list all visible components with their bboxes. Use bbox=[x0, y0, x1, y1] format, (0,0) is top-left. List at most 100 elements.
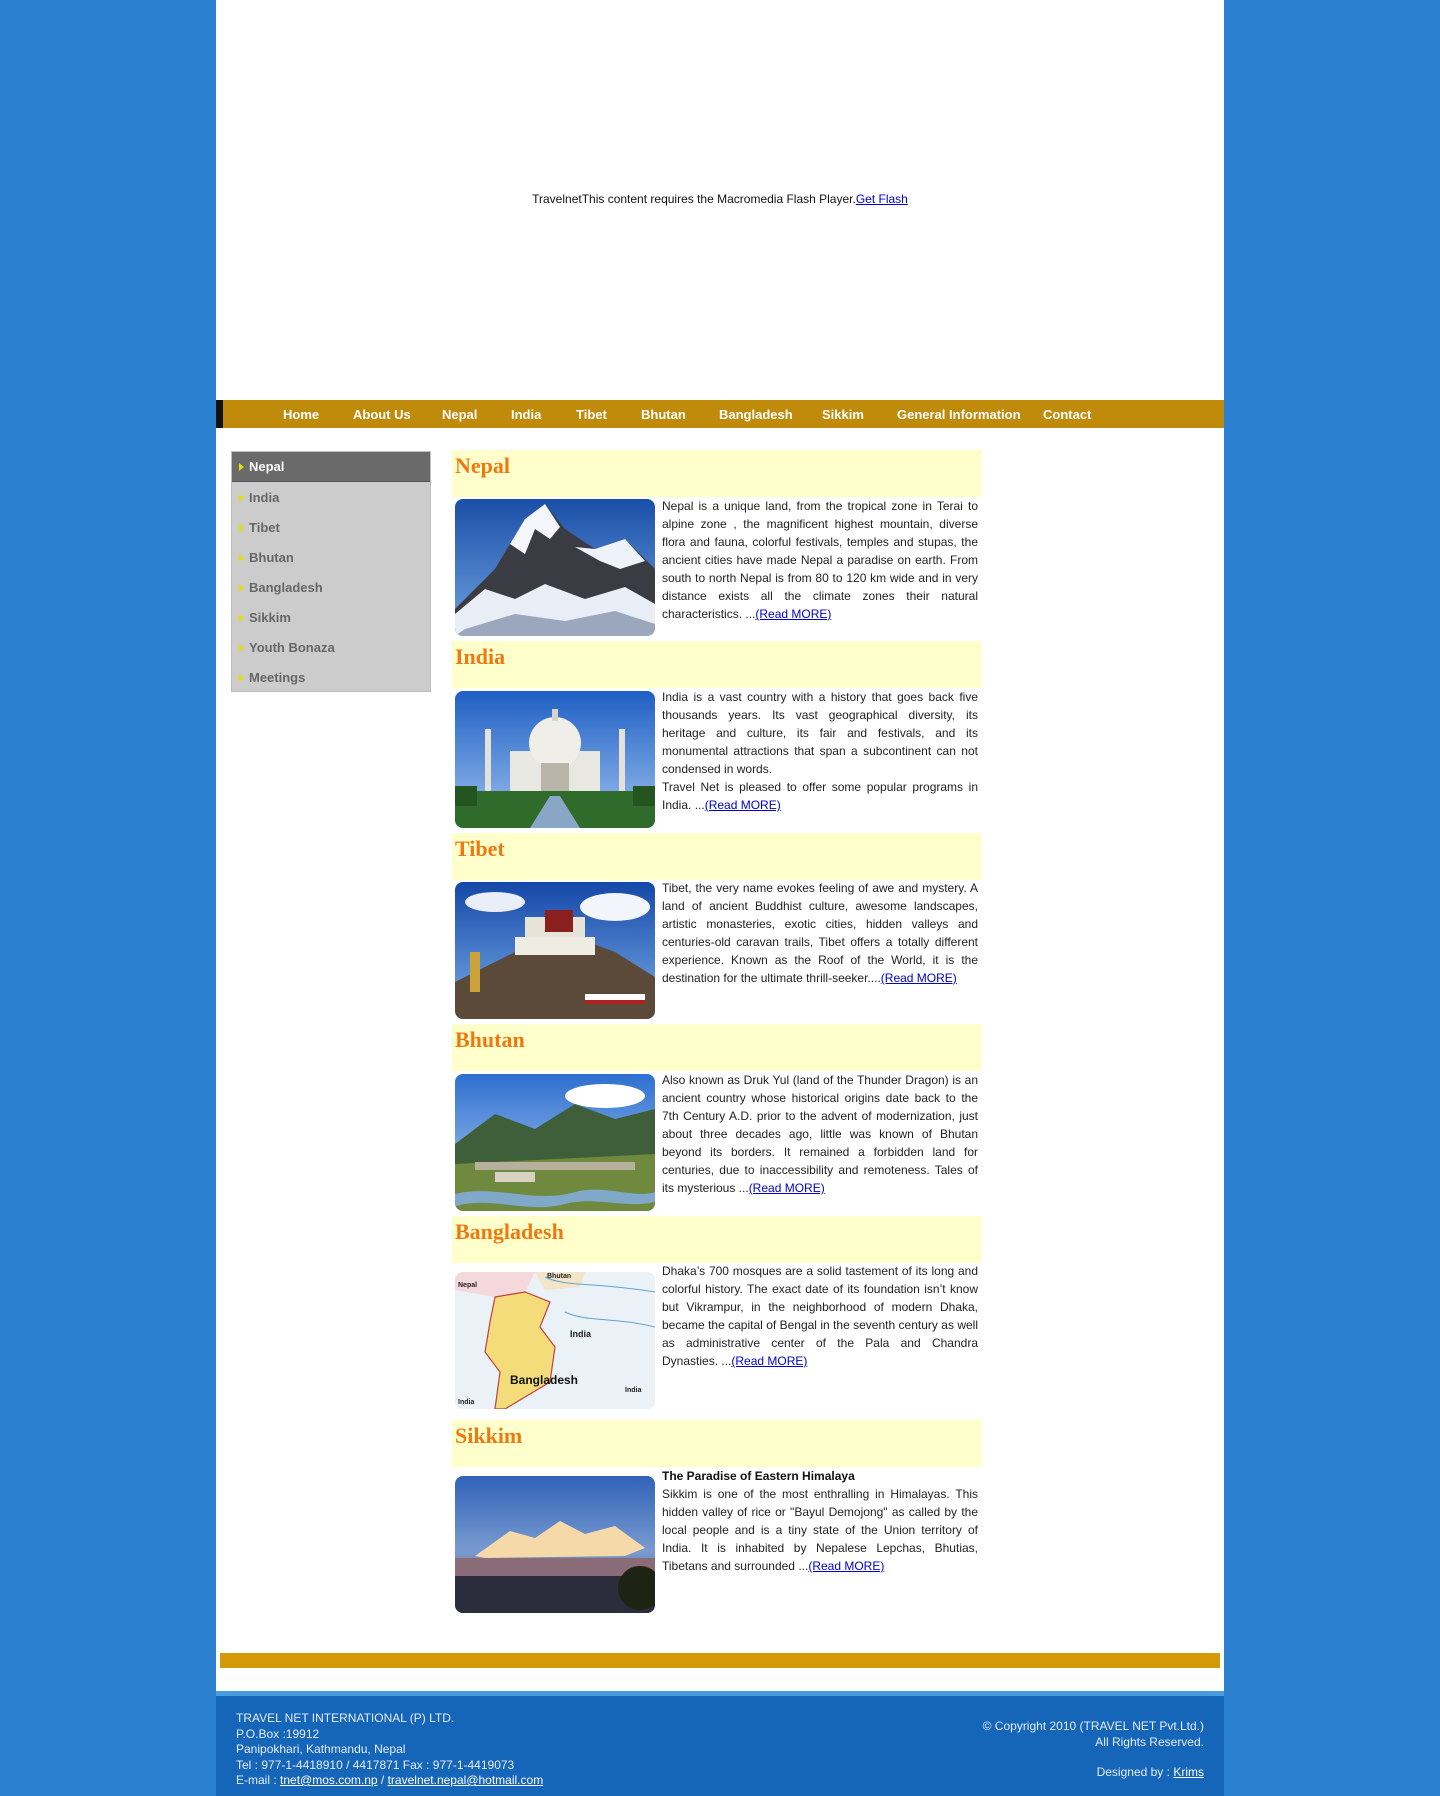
section-body: Tibet, the very name evokes feeling of a… bbox=[662, 881, 978, 985]
read-more-link-bangladesh[interactable]: (Read MORE) bbox=[731, 1354, 807, 1368]
read-more-link-tibet[interactable]: (Read MORE) bbox=[881, 971, 957, 985]
map-label: Bangladesh bbox=[510, 1373, 578, 1387]
read-more-link-nepal[interactable]: (Read MORE) bbox=[755, 607, 831, 621]
read-more-link-india[interactable]: (Read MORE) bbox=[705, 798, 781, 812]
nav-bangladesh[interactable]: Bangladesh bbox=[719, 407, 793, 422]
sidebar-item-tibet[interactable]: Tibet bbox=[232, 513, 430, 543]
arrow-right-icon bbox=[239, 524, 244, 532]
sidebar-item-label: Youth Bonaza bbox=[249, 640, 335, 655]
section-text-tibet: Tibet, the very name evokes feeling of a… bbox=[662, 879, 978, 987]
nav-home[interactable]: Home bbox=[283, 407, 319, 422]
section-subtitle: The Paradise of Eastern Himalaya bbox=[662, 1469, 855, 1483]
arrow-right-icon bbox=[239, 674, 244, 682]
flash-alt-text: TravelnetThis content requires the Macro… bbox=[532, 192, 856, 206]
tibet-palace-image bbox=[455, 882, 655, 1019]
section-text-sikkim: The Paradise of Eastern Himalaya Sikkim … bbox=[662, 1467, 978, 1575]
email-link-1[interactable]: tnet@mos.com.np bbox=[280, 1773, 378, 1787]
sidebar-item-nepal[interactable]: Nepal bbox=[232, 452, 430, 482]
sikkim-sunset-image bbox=[455, 1476, 655, 1613]
section-title: India bbox=[455, 644, 506, 669]
sidebar-item-label: Sikkim bbox=[249, 610, 291, 625]
nav-contact[interactable]: Contact bbox=[1043, 407, 1091, 422]
section-header-bhutan: Bhutan bbox=[452, 1024, 982, 1071]
nav-tibet[interactable]: Tibet bbox=[576, 407, 607, 422]
sidebar-item-label: Bhutan bbox=[249, 550, 294, 565]
section-body: Nepal is a unique land, from the tropica… bbox=[662, 499, 978, 621]
rights-text: All Rights Reserved. bbox=[1095, 1734, 1204, 1749]
sidebar-item-bangladesh[interactable]: Bangladesh bbox=[232, 573, 430, 603]
section-header-tibet: Tibet bbox=[452, 833, 982, 880]
read-more-link-sikkim[interactable]: (Read MORE) bbox=[808, 1559, 884, 1573]
page: TravelnetThis content requires the Macro… bbox=[216, 0, 1224, 1796]
sidebar-item-label: India bbox=[249, 490, 280, 505]
section-text-india: India is a vast country with a history t… bbox=[662, 688, 978, 814]
nav-india[interactable]: India bbox=[511, 407, 541, 422]
section-title: Nepal bbox=[455, 453, 510, 478]
section-title: Bhutan bbox=[455, 1027, 525, 1052]
section-text-bhutan: Also known as Druk Yul (land of the Thun… bbox=[662, 1071, 978, 1197]
footer-company: TRAVEL NET INTERNATIONAL (P) LTD. bbox=[236, 1711, 455, 1725]
sidebar-item-youth-bonaza[interactable]: Youth Bonaza bbox=[232, 633, 430, 663]
section-body: Dhaka’s 700 mosques are a solid tastemen… bbox=[662, 1264, 978, 1368]
bhutan-valley-image bbox=[455, 1074, 655, 1211]
arrow-right-icon bbox=[239, 554, 244, 562]
section-header-bangladesh: Bangladesh bbox=[452, 1216, 982, 1263]
section-title: Bangladesh bbox=[455, 1219, 564, 1244]
sidebar-item-meetings[interactable]: Meetings bbox=[232, 663, 430, 693]
section-body: Also known as Druk Yul (land of the Thun… bbox=[662, 1073, 978, 1195]
nav-sikkim[interactable]: Sikkim bbox=[822, 407, 864, 422]
arrow-right-icon bbox=[239, 614, 244, 622]
section-text-nepal: Nepal is a unique land, from the tropica… bbox=[662, 497, 978, 623]
nav-nepal[interactable]: Nepal bbox=[442, 407, 477, 422]
arrow-right-icon bbox=[239, 644, 244, 652]
get-flash-link[interactable]: Get Flash bbox=[856, 192, 908, 206]
nav-bhutan[interactable]: Bhutan bbox=[641, 407, 686, 422]
sidebar-item-label: Tibet bbox=[249, 520, 280, 535]
bangladesh-map-image: Nepal Bhutan India Bangladesh India Indi… bbox=[455, 1272, 655, 1409]
sidebar-item-sikkim[interactable]: Sikkim bbox=[232, 603, 430, 633]
sidebar-item-label: Nepal bbox=[249, 459, 285, 474]
map-label: India bbox=[625, 1387, 641, 1394]
section-header-nepal: Nepal bbox=[452, 450, 982, 497]
section-body: India is a vast country with a history t… bbox=[662, 690, 978, 776]
email-link-2[interactable]: travelnet.nepal@hotmail.com bbox=[388, 1773, 544, 1787]
arrow-right-icon bbox=[239, 584, 244, 592]
flash-message: TravelnetThis content requires the Macro… bbox=[216, 192, 1224, 206]
read-more-link-bhutan[interactable]: (Read MORE) bbox=[749, 1181, 825, 1195]
email-separator: / bbox=[377, 1773, 388, 1787]
flash-banner: TravelnetThis content requires the Macro… bbox=[216, 0, 1224, 400]
arrow-right-icon bbox=[239, 494, 244, 502]
map-label: Nepal bbox=[458, 1282, 477, 1289]
footer-address: Panipokhari, Kathmandu, Nepal bbox=[236, 1742, 406, 1756]
footer-divider-bar bbox=[220, 1653, 1220, 1668]
footer-phone: Tel : 977-1-4418910 / 4417871 Fax : 977-… bbox=[236, 1757, 515, 1772]
sidebar-item-label: Bangladesh bbox=[249, 580, 323, 595]
footer-pobox: P.O.Box :19912 bbox=[236, 1726, 320, 1741]
section-header-india: India bbox=[452, 641, 982, 688]
footer-email-line: E-mail : tnet@mos.com.np / travelnet.nep… bbox=[236, 1773, 543, 1789]
sidebar-item-india[interactable]: India bbox=[232, 483, 430, 513]
footer-copyright: © Copyright 2010 (TRAVEL NET Pvt.Ltd.) A… bbox=[983, 1719, 1204, 1781]
map-label: Bhutan bbox=[547, 1273, 571, 1280]
arrow-right-icon bbox=[239, 463, 244, 471]
designed-by-label: Designed by : bbox=[1096, 1765, 1170, 1779]
map-label: India bbox=[570, 1329, 592, 1339]
section-title: Tibet bbox=[455, 836, 505, 861]
section-text-bangladesh: Dhaka’s 700 mosques are a solid tastemen… bbox=[662, 1262, 978, 1370]
designer-link[interactable]: Krims bbox=[1173, 1765, 1204, 1779]
designed-by-line: Designed by : Krims bbox=[983, 1765, 1204, 1781]
footer: TRAVEL NET INTERNATIONAL (P) LTD. P.O.Bo… bbox=[216, 1691, 1224, 1796]
nav-about-us[interactable]: About Us bbox=[353, 407, 411, 422]
nav-general-information[interactable]: General Information bbox=[897, 407, 1021, 422]
section-title: Sikkim bbox=[455, 1423, 523, 1448]
copyright-text: © Copyright 2010 (TRAVEL NET Pvt.Ltd.) bbox=[982, 1719, 1204, 1733]
nepal-mountain-image bbox=[455, 499, 655, 636]
sidebar-menu: Nepal India Tibet Bhutan Bangladesh Sikk… bbox=[231, 451, 431, 692]
map-label: India bbox=[458, 1399, 474, 1406]
footer-email-label: E-mail : bbox=[236, 1773, 277, 1787]
footer-contact: TRAVEL NET INTERNATIONAL (P) LTD. P.O.Bo… bbox=[236, 1711, 543, 1789]
india-taj-mahal-image bbox=[455, 691, 655, 828]
section-header-sikkim: Sikkim bbox=[452, 1420, 982, 1467]
sidebar-item-bhutan[interactable]: Bhutan bbox=[232, 543, 430, 573]
sidebar-item-label: Meetings bbox=[249, 670, 306, 685]
